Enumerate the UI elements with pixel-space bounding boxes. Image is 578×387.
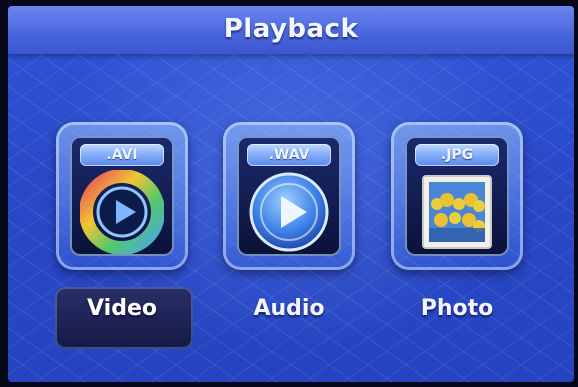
menu-item-video-label[interactable]: Video bbox=[56, 296, 188, 321]
menu-item-audio-label[interactable]: Audio bbox=[223, 296, 355, 321]
playback-screen: Playback .AVI .WAV .JPG Video Audio Phot… bbox=[8, 6, 574, 382]
audio-tile-frame: .WAV bbox=[237, 136, 341, 256]
menu-item-photo-tile[interactable]: .JPG bbox=[391, 122, 523, 270]
video-tile-frame: .AVI bbox=[70, 136, 174, 256]
video-format-badge: .AVI bbox=[80, 144, 164, 166]
photo-format-badge: .JPG bbox=[415, 144, 499, 166]
audio-format-badge: .WAV bbox=[247, 144, 331, 166]
page-title: Playback bbox=[223, 14, 359, 44]
menu-item-audio-tile[interactable]: .WAV bbox=[223, 122, 355, 270]
title-bar: Playback bbox=[8, 6, 574, 54]
menu-item-photo-label[interactable]: Photo bbox=[391, 296, 523, 321]
menu-item-video-tile[interactable]: .AVI bbox=[56, 122, 188, 270]
photo-tile-frame: .JPG bbox=[405, 136, 509, 256]
